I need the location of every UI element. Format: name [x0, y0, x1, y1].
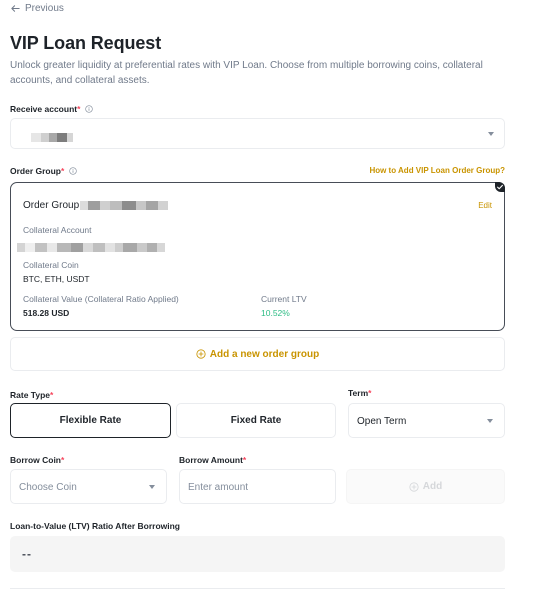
receive-account-label: Receive account * [10, 104, 94, 114]
borrow-coin-label: Borrow Coin * [10, 455, 64, 465]
borrow-amount-label-text: Borrow Amount [179, 455, 243, 465]
collateral-coin-label: Collateral Coin [23, 260, 79, 270]
order-group-label: Order Group * [10, 166, 78, 176]
ltv-after-value: -- [22, 547, 32, 561]
page-title: VIP Loan Request [10, 33, 162, 53]
order-group-card[interactable]: Order Group Edit Collateral Account Coll… [10, 182, 505, 331]
page-description: Unlock greater liquidity at preferential… [10, 60, 483, 86]
required-mark: * [77, 104, 81, 114]
order-group-card-title-text: Order Group [23, 200, 80, 211]
term-label: Term * [348, 388, 371, 398]
borrow-amount-label: Borrow Amount * [179, 455, 246, 465]
borrow-amount-input[interactable]: Enter amount [179, 469, 336, 504]
receive-account-value-redacted [31, 129, 73, 147]
divider [10, 588, 505, 589]
caret-down-icon [488, 132, 494, 136]
borrow-coin-placeholder: Choose Coin [19, 482, 77, 493]
borrow-amount-placeholder: Enter amount [188, 482, 249, 493]
current-ltv-label: Current LTV [261, 294, 307, 304]
current-ltv-value: 10.52% [261, 308, 290, 318]
flexible-rate-option[interactable]: Flexible Rate [10, 403, 171, 438]
term-value: Open Term [357, 416, 407, 427]
receive-account-select[interactable] [10, 118, 505, 149]
required-mark: * [242, 455, 247, 465]
edit-order-group-button[interactable]: Edit [478, 201, 492, 210]
required-mark: * [61, 166, 65, 176]
order-group-help-link[interactable]: How to Add VIP Loan Order Group? [369, 166, 505, 175]
collateral-coin-value: BTC, ETH, USDT [23, 274, 90, 284]
info-circle-icon[interactable] [69, 167, 78, 175]
borrow-coin-select[interactable]: Choose Coin [10, 469, 167, 504]
selected-check-badge [495, 182, 505, 192]
arrow-left-icon [11, 5, 20, 12]
collateral-account-value-redacted [17, 239, 165, 257]
caret-down-icon [149, 485, 155, 489]
borrow-coin-label-text: Borrow Coin [10, 455, 61, 465]
term-label-text: Term [348, 388, 369, 398]
back-link[interactable]: Previous [10, 3, 64, 14]
collateral-account-label: Collateral Account [23, 225, 92, 235]
required-mark: * [50, 390, 54, 400]
rate-type-label-text: Rate Type [10, 390, 50, 400]
order-group-name-redacted [80, 200, 169, 211]
term-select[interactable]: Open Term [348, 403, 505, 438]
required-mark: * [61, 455, 65, 465]
add-borrow-button[interactable]: Add [346, 469, 505, 504]
ltv-after-display: -- [10, 536, 505, 572]
order-group-label-text: Order Group [10, 166, 62, 176]
add-borrow-label: Add [422, 481, 443, 492]
fixed-rate-option[interactable]: Fixed Rate [176, 403, 336, 438]
required-mark: * [368, 388, 372, 398]
back-label: Previous [25, 3, 64, 14]
info-circle-icon[interactable] [85, 105, 94, 113]
rate-type-label: Rate Type * [10, 390, 53, 400]
add-order-group-label: Add a new order group [209, 348, 320, 360]
order-group-card-title: Order Group [23, 200, 169, 211]
plus-circle-icon [196, 349, 206, 359]
check-icon [497, 184, 503, 190]
caret-down-icon [487, 419, 493, 423]
ltv-after-label: Loan-to-Value (LTV) Ratio After Borrowin… [10, 521, 180, 531]
add-order-group-button[interactable]: Add a new order group [10, 337, 505, 371]
receive-account-label-text: Receive account [10, 104, 78, 114]
collateral-value-label: Collateral Value (Collateral Ratio Appli… [23, 294, 179, 304]
plus-circle-icon [409, 481, 419, 492]
collateral-value: 518.28 USD [23, 308, 70, 318]
